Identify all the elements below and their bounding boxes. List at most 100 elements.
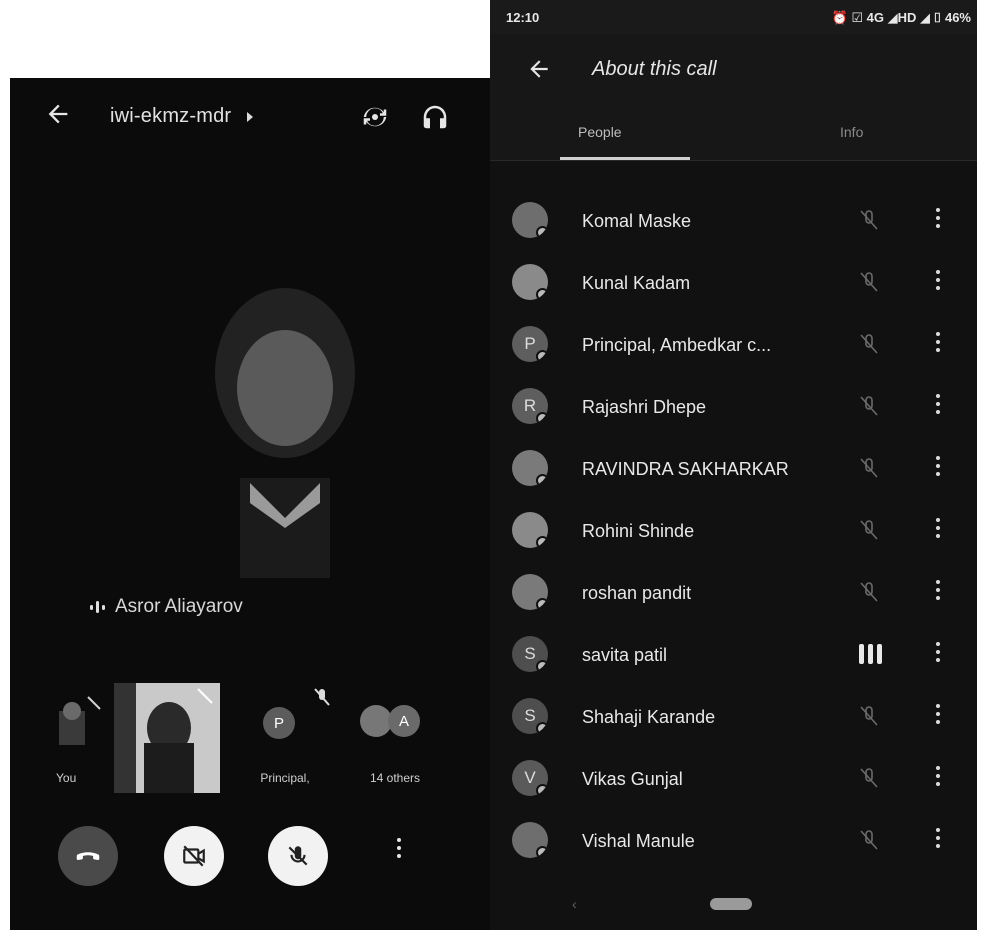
presence-dot bbox=[536, 536, 548, 548]
home-pill[interactable] bbox=[710, 898, 752, 910]
self-video-thumbnail bbox=[59, 696, 101, 745]
participant-strip: You P Principal, A 14 others bbox=[50, 683, 470, 803]
video-tile[interactable] bbox=[114, 683, 220, 793]
mic-off-icon bbox=[858, 518, 880, 542]
participant-name: Rajashri Dhepe bbox=[582, 397, 707, 417]
presence-dot bbox=[536, 722, 548, 734]
status-time: 12:10 bbox=[506, 10, 540, 25]
tab-bar: People Info bbox=[490, 112, 977, 161]
presence-dot bbox=[536, 226, 548, 238]
meeting-code[interactable]: iwi-ekmz-mdr bbox=[110, 105, 254, 128]
app-bar: About this call bbox=[490, 34, 977, 112]
more-vert-icon[interactable] bbox=[936, 828, 942, 852]
participant-name: Shahaji Karande bbox=[582, 707, 716, 727]
more-vert-icon[interactable] bbox=[936, 332, 942, 356]
participant-row[interactable]: Kunal Kadam bbox=[490, 252, 977, 314]
mic-off-icon bbox=[858, 270, 880, 294]
participant-row[interactable]: S Shahaji Karande bbox=[490, 686, 977, 748]
tab-info[interactable]: Info bbox=[840, 124, 863, 140]
participant-row[interactable]: roshan pandit bbox=[490, 562, 977, 624]
others-tile[interactable]: A 14 others bbox=[350, 683, 440, 793]
end-call-button[interactable] bbox=[58, 826, 118, 886]
mic-off-icon bbox=[858, 208, 880, 232]
more-vert-icon[interactable] bbox=[395, 838, 403, 862]
participant-row[interactable]: P Principal, Ambedkar c... bbox=[490, 314, 977, 376]
more-vert-icon[interactable] bbox=[936, 456, 942, 480]
presence-dot bbox=[536, 784, 548, 796]
camera-off-button[interactable] bbox=[164, 826, 224, 886]
self-tile-label: You bbox=[56, 771, 77, 785]
participant-row[interactable]: R Rajashri Dhepe bbox=[490, 376, 977, 438]
principal-avatar: P bbox=[263, 707, 295, 739]
mic-off-button[interactable] bbox=[268, 826, 328, 886]
tab-people[interactable]: People bbox=[578, 124, 622, 140]
participant-avatar: V bbox=[512, 760, 548, 796]
mic-off-icon bbox=[858, 766, 880, 790]
participant-avatar bbox=[512, 450, 548, 486]
participant-avatar bbox=[512, 574, 548, 610]
mic-off-icon bbox=[288, 846, 308, 866]
system-nav-bar: ‹ bbox=[490, 882, 977, 930]
participant-row[interactable]: RAVINDRA SAKHARKAR bbox=[490, 438, 977, 500]
self-tile[interactable]: You bbox=[50, 683, 110, 793]
mic-off-icon bbox=[858, 580, 880, 604]
more-vert-icon[interactable] bbox=[936, 208, 942, 232]
headphones-icon[interactable] bbox=[420, 102, 450, 132]
presence-dot bbox=[536, 660, 548, 672]
more-vert-icon[interactable] bbox=[936, 270, 942, 294]
participant-avatar bbox=[512, 822, 548, 858]
active-speaker-label: Asror Aliayarov bbox=[90, 596, 243, 618]
participant-video-thumbnail bbox=[114, 683, 220, 793]
others-avatar: A bbox=[388, 705, 420, 737]
about-call-panel: 12:10 ⏰ ☑ 4G ◢HD ◢ ⌷ 46% About this call… bbox=[490, 0, 977, 930]
participant-avatar bbox=[512, 512, 548, 548]
participant-initial: V bbox=[524, 768, 536, 787]
participant-row[interactable]: Komal Maske bbox=[490, 190, 977, 252]
participant-row[interactable]: Rohini Shinde bbox=[490, 500, 977, 562]
principal-tile-label: Principal, bbox=[260, 771, 310, 785]
back-arrow-icon[interactable] bbox=[526, 56, 552, 89]
more-vert-icon[interactable] bbox=[936, 394, 942, 418]
participant-name: savita patil bbox=[582, 645, 668, 665]
participant-row[interactable]: Vishal Manule bbox=[490, 810, 977, 872]
more-vert-icon[interactable] bbox=[936, 704, 942, 728]
back-arrow-icon[interactable] bbox=[44, 100, 76, 132]
presence-dot bbox=[536, 350, 548, 362]
participant-initial: S bbox=[524, 706, 536, 725]
participant-initial: P bbox=[524, 334, 536, 353]
more-vert-icon[interactable] bbox=[936, 518, 942, 542]
participant-initial: S bbox=[524, 644, 536, 663]
participant-avatar: S bbox=[512, 636, 548, 672]
more-vert-icon[interactable] bbox=[936, 580, 942, 604]
participant-name: roshan pandit bbox=[582, 583, 692, 603]
call-top-bar: iwi-ekmz-mdr bbox=[10, 78, 490, 150]
page-title: About this call bbox=[592, 58, 717, 80]
active-speaker-video bbox=[215, 288, 355, 578]
more-vert-icon[interactable] bbox=[936, 642, 942, 666]
participant-initial: R bbox=[523, 396, 537, 415]
participant-list: Komal Maske Kunal Kadam P Principal, Ambedk… bbox=[490, 162, 977, 882]
call-controls bbox=[10, 818, 490, 888]
participant-avatar: P bbox=[512, 326, 548, 362]
mic-off-icon bbox=[314, 688, 330, 706]
presence-dot bbox=[536, 846, 548, 858]
mic-off-icon bbox=[858, 704, 880, 728]
mic-off-icon bbox=[858, 394, 880, 418]
call-screen: iwi-ekmz-mdr Asror Aliayarov You P Princ… bbox=[10, 78, 490, 930]
participant-row[interactable]: V Vikas Gunjal bbox=[490, 748, 977, 810]
presence-dot bbox=[536, 474, 548, 486]
active-speaker-name: Asror Aliayarov bbox=[115, 596, 243, 617]
more-vert-icon[interactable] bbox=[936, 766, 942, 790]
principal-tile[interactable]: P Principal, bbox=[235, 683, 335, 793]
mic-off-icon bbox=[858, 828, 880, 852]
participant-name: Komal Maske bbox=[582, 211, 692, 231]
nav-back-icon[interactable]: ‹ bbox=[572, 896, 577, 912]
speaking-indicator-icon bbox=[90, 601, 105, 613]
participant-name: Vishal Manule bbox=[582, 831, 695, 851]
participant-name: Kunal Kadam bbox=[582, 273, 691, 293]
participant-avatar bbox=[512, 264, 548, 300]
meeting-code-text: iwi-ekmz-mdr bbox=[110, 105, 232, 127]
participant-row[interactable]: Ssavita patil bbox=[490, 624, 977, 686]
mic-off-icon bbox=[858, 332, 880, 356]
switch-camera-icon[interactable] bbox=[360, 102, 390, 132]
